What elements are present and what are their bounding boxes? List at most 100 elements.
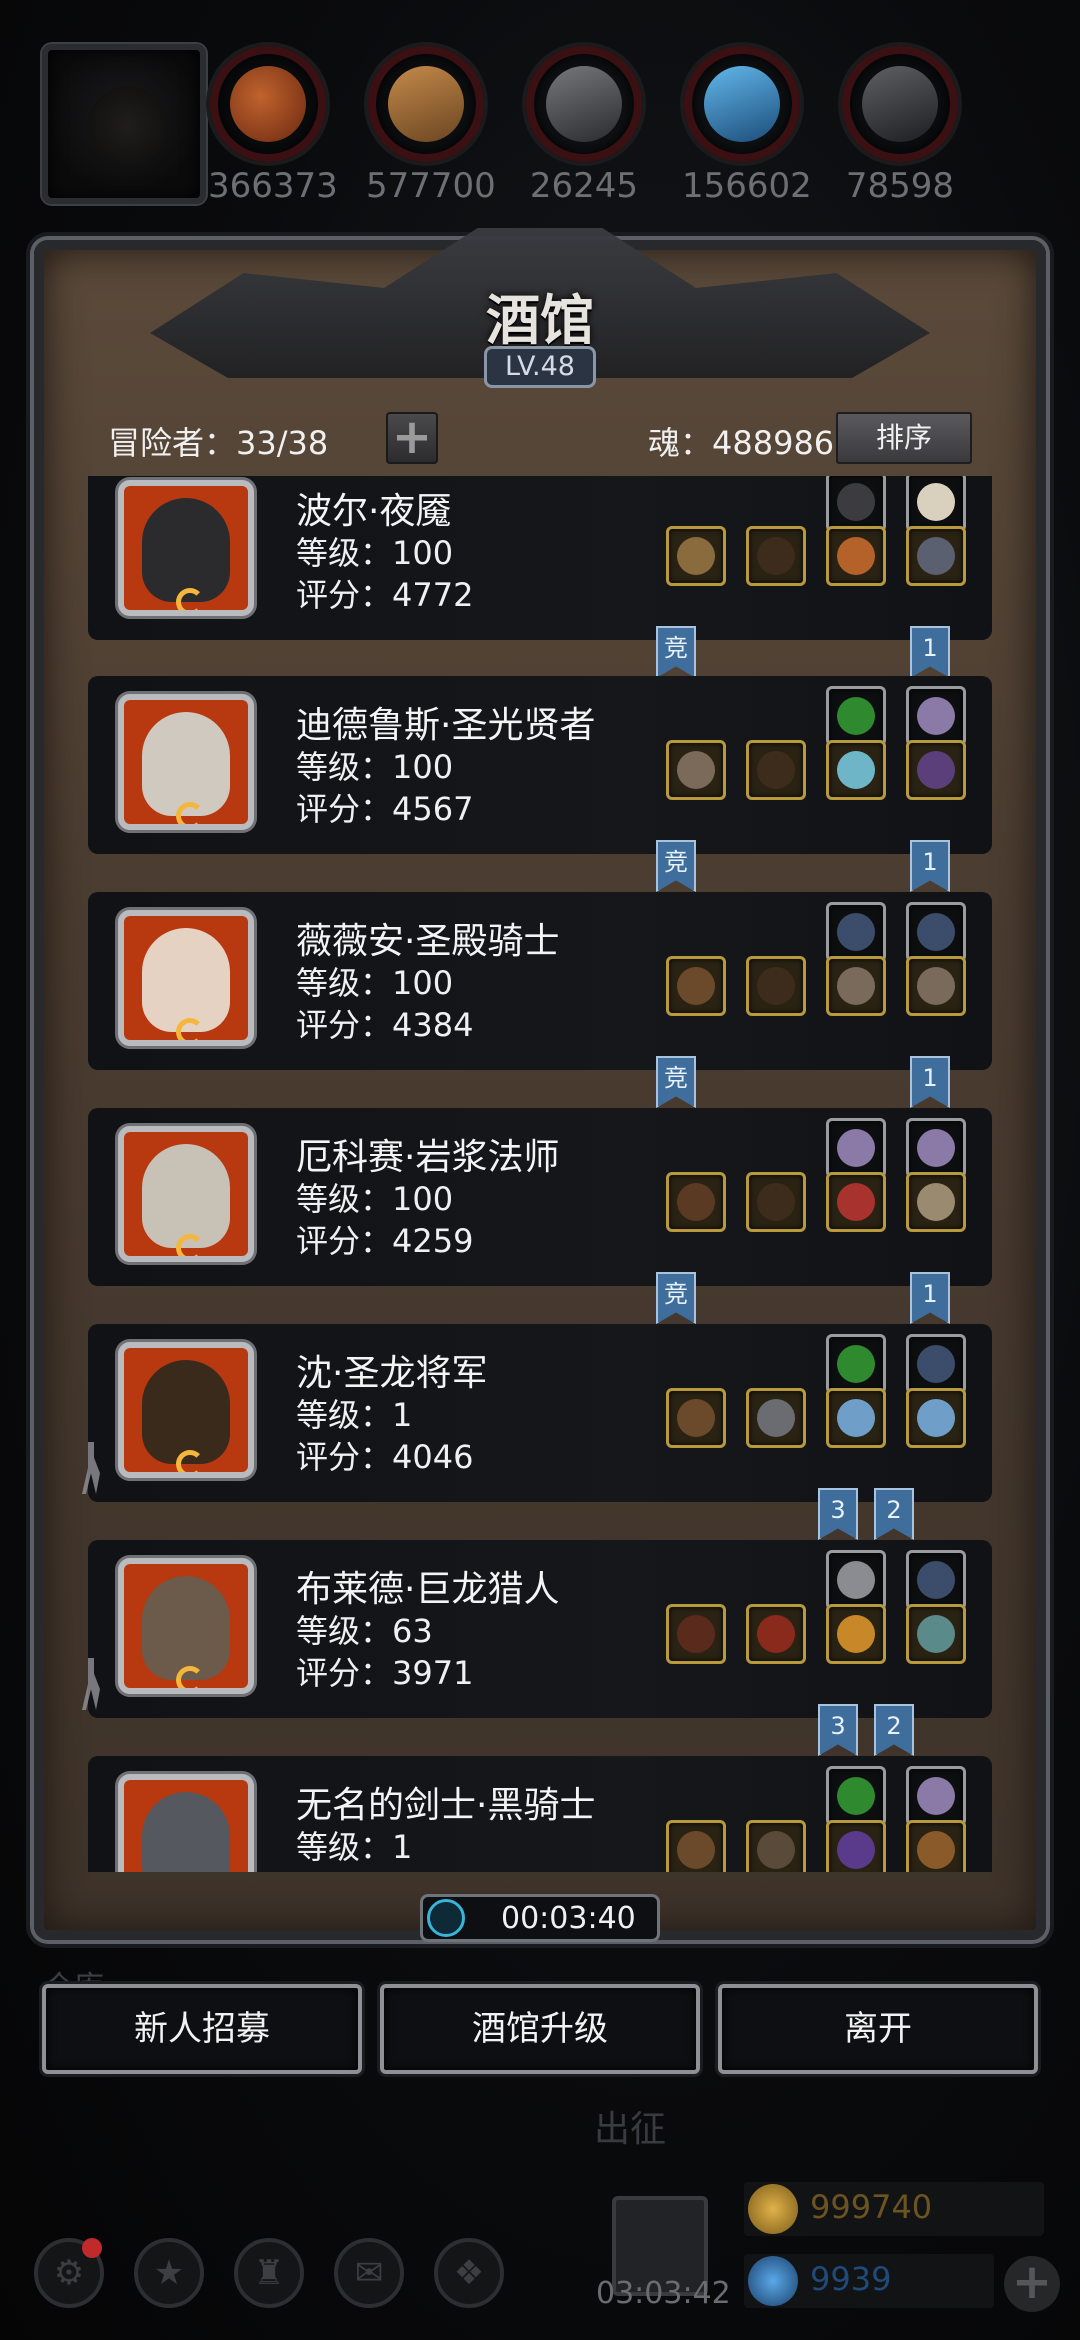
tavern-title: 酒馆: [486, 288, 594, 352]
cube-icon[interactable]: ❖: [434, 2238, 504, 2308]
resource-meat[interactable]: 366373: [208, 46, 338, 206]
hero-card[interactable]: 无名的剑士·黑骑士 等级：1: [88, 1756, 992, 1872]
equipment-slot[interactable]: [826, 902, 886, 962]
weapon-slot[interactable]: [666, 1604, 726, 1664]
equipment-slot[interactable]: [906, 902, 966, 962]
hero-portrait[interactable]: [118, 480, 254, 616]
ring-slot[interactable]: [826, 1172, 886, 1232]
armor-slot[interactable]: [746, 1388, 806, 1448]
equipment-slot[interactable]: [826, 1334, 886, 1394]
equipment-slot[interactable]: [826, 1118, 886, 1178]
gift-timer: 03:03:42: [596, 2276, 731, 2311]
equipment-slot[interactable]: [906, 1550, 966, 1610]
hero-level: 等级：100: [296, 964, 454, 1002]
leave-button[interactable]: 离开: [718, 1984, 1038, 2074]
moon-icon: [176, 588, 204, 610]
hero-name: 无名的剑士·黑骑士: [296, 1785, 596, 1826]
weapon-slot[interactable]: [666, 1820, 726, 1872]
resource-iron[interactable]: 26245: [524, 46, 644, 206]
hero-card[interactable]: 沈·圣龙将军 等级：1 评分：4046: [82, 1324, 992, 1502]
hero-card[interactable]: 薇薇安·圣殿骑士 等级：100 评分：4384: [88, 892, 992, 1070]
mail-icon[interactable]: ✉: [334, 2238, 404, 2308]
arena-ribbon: 竞: [656, 1056, 696, 1108]
armor-slot[interactable]: [746, 1172, 806, 1232]
ring-slot[interactable]: [826, 956, 886, 1016]
gem-value: 9939: [810, 2260, 892, 2298]
soul-count: 魂：488986: [648, 424, 835, 462]
ring-slot[interactable]: [826, 1604, 886, 1664]
weapon-slot[interactable]: [666, 740, 726, 800]
sort-button[interactable]: 排序: [836, 412, 972, 464]
hero-portrait[interactable]: [118, 1342, 254, 1478]
hero-portrait[interactable]: [118, 910, 254, 1046]
equipment-slot[interactable]: [906, 476, 966, 532]
armor-slot[interactable]: [746, 740, 806, 800]
arena-ribbon: 竞: [656, 1272, 696, 1324]
tower-icon[interactable]: ♜: [234, 2238, 304, 2308]
hero-portrait[interactable]: [118, 1126, 254, 1262]
accessory-slot[interactable]: [906, 1172, 966, 1232]
recruit-button[interactable]: 新人招募: [42, 1984, 362, 2074]
ring-slot[interactable]: [826, 1388, 886, 1448]
hero-list[interactable]: 波尔·夜魇 等级：100 评分：4772 竞 1 迪德鲁斯·圣光贤者 等级：10…: [64, 476, 1016, 1872]
accessory-slot[interactable]: [906, 1604, 966, 1664]
resource-bar: 366373 577700 26245 156602 78598: [0, 40, 1080, 210]
resource-wood[interactable]: 577700: [366, 46, 496, 206]
hero-face: [142, 1576, 230, 1680]
hero-name: 厄科赛·岩浆法师: [296, 1137, 560, 1178]
hero-card[interactable]: 布莱德·巨龙猎人 等级：63 评分：3971: [82, 1540, 992, 1718]
weapon-slot[interactable]: [666, 956, 726, 1016]
tavern-level-badge: LV.48: [484, 346, 596, 388]
equipment-slot[interactable]: [826, 686, 886, 746]
accessory-slot[interactable]: [906, 526, 966, 586]
armor-slot[interactable]: [746, 956, 806, 1016]
timer-text: 00:03:40: [501, 1901, 636, 1936]
ring-slot[interactable]: [826, 1820, 886, 1872]
arena-ribbon: 竞: [656, 626, 696, 678]
ring-slot[interactable]: [826, 740, 886, 800]
dragon-emblem-icon: [88, 86, 168, 166]
moon-icon: [176, 1018, 204, 1040]
hero-card[interactable]: 波尔·夜魇 等级：100 评分：4772: [88, 476, 992, 640]
resource-crystal[interactable]: 156602: [682, 46, 812, 206]
armor-slot[interactable]: [746, 526, 806, 586]
equipment-slot[interactable]: [906, 1334, 966, 1394]
hero-face: [142, 928, 230, 1032]
accessory-slot[interactable]: [906, 956, 966, 1016]
accessory-slot[interactable]: [906, 740, 966, 800]
rank-ribbon: 2: [874, 1488, 914, 1540]
equipment-slot[interactable]: [826, 1766, 886, 1826]
ring-slot[interactable]: [826, 526, 886, 586]
armor-slot[interactable]: [746, 1820, 806, 1872]
weapon-slot[interactable]: [666, 526, 726, 586]
weapon-slot[interactable]: [666, 1388, 726, 1448]
hero-portrait[interactable]: [118, 1774, 254, 1872]
hero-card[interactable]: 厄科赛·岩浆法师 等级：100 评分：4259: [88, 1108, 992, 1286]
upgrade-tavern-button[interactable]: 酒馆升级: [380, 1984, 700, 2074]
armor-slot[interactable]: [746, 1604, 806, 1664]
accessory-slot[interactable]: [906, 1820, 966, 1872]
hero-card[interactable]: 迪德鲁斯·圣光贤者 等级：100 评分：4567: [88, 676, 992, 854]
iron-ingot-icon: [546, 66, 622, 142]
equipment-slot[interactable]: [906, 1766, 966, 1826]
equipment-slot[interactable]: [826, 476, 886, 532]
equipment-slot[interactable]: [906, 1118, 966, 1178]
add-slot-button[interactable]: +: [386, 412, 438, 464]
equipment-slot[interactable]: [826, 1550, 886, 1610]
hero-portrait[interactable]: [118, 1558, 254, 1694]
resource-ore[interactable]: 78598: [840, 46, 960, 206]
hero-score: 评分：3971: [296, 1654, 474, 1692]
add-currency-button[interactable]: +: [1004, 2256, 1060, 2312]
hero-face: [142, 712, 230, 816]
gold-value: 999740: [810, 2188, 933, 2226]
equipment-slot[interactable]: [906, 686, 966, 746]
adventurer-count: 冒险者：33/38: [108, 424, 329, 462]
hero-score: 评分：4772: [296, 576, 474, 614]
hero-portrait[interactable]: [118, 694, 254, 830]
accessory-slot[interactable]: [906, 1388, 966, 1448]
hero-level: 等级：100: [296, 1180, 454, 1218]
weapon-slot[interactable]: [666, 1172, 726, 1232]
moon-icon: [176, 1234, 204, 1256]
achievement-icon[interactable]: ★: [134, 2238, 204, 2308]
player-portrait[interactable]: [42, 44, 206, 204]
